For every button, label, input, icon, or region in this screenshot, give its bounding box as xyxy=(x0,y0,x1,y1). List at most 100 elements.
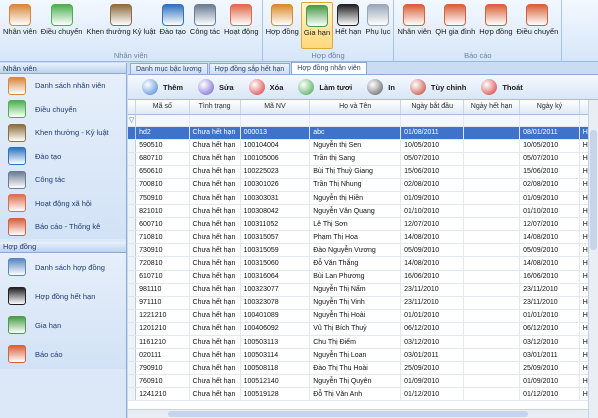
sidebar-panel-header-hop-dong[interactable]: Hợp đồng xyxy=(0,241,126,253)
exit-button[interactable]: Thoát xyxy=(481,79,523,95)
filter-cell[interactable] xyxy=(189,114,241,127)
table-row[interactable]: 981110 Chưa hết hạn 100323077 Nguyễn Thị Nấ… xyxy=(128,283,598,297)
sidebar-item[interactable]: Gia hạn xyxy=(0,311,126,340)
customize-button[interactable]: Tùy chỉnh xyxy=(409,79,466,95)
row-indicator[interactable] xyxy=(128,217,137,232)
sidebar-item[interactable]: Danh sách nhân viên xyxy=(0,74,126,98)
table-cell: Chưa hết hạn xyxy=(189,204,241,219)
sidebar-item[interactable]: Đào tạo xyxy=(0,145,126,169)
ribbon-button[interactable]: Đào tạo xyxy=(158,2,188,49)
table-row[interactable]: 020111 Chưa hết hạn 100503114 Nguyễn Thị Lo… xyxy=(128,348,598,363)
delete-button[interactable]: Xóa xyxy=(248,79,283,95)
column-header[interactable]: Mã số xyxy=(135,100,190,115)
row-indicator[interactable] xyxy=(128,256,137,271)
table-row[interactable]: 600710 Chưa hết hạn 100311052 Lê Thị Sơn 12/… xyxy=(128,217,598,232)
ribbon-button[interactable]: Khen thưởng Kỷ luật xyxy=(84,2,157,49)
vertical-scrollbar[interactable] xyxy=(588,100,598,418)
scroll-thumb[interactable] xyxy=(168,411,528,417)
ribbon-button[interactable]: Hoạt động xyxy=(222,2,261,49)
table-row[interactable]: 650610 Chưa hết hạn 100225023 Bùi Thị Thuỳ … xyxy=(128,165,598,179)
filter-cell[interactable] xyxy=(400,114,465,127)
row-indicator[interactable] xyxy=(128,283,137,297)
table-row[interactable]: 610710 Chưa hết hạn 100316064 Bùi Lan Phươn… xyxy=(128,270,598,284)
row-indicator[interactable] xyxy=(128,165,137,179)
table-row[interactable]: 1161210 Chưa hết hạn 100503113 Chu Thị Điểm… xyxy=(128,335,598,350)
row-indicator[interactable] xyxy=(128,387,137,402)
row-indicator[interactable] xyxy=(128,374,137,389)
table-row[interactable]: 760910 Chưa hết hạn 100512140 Nguyễn Thị Qu… xyxy=(128,374,598,389)
sidebar-item[interactable]: Danh sách hợp đồng xyxy=(0,253,126,282)
sidebar-item[interactable]: Điều chuyển xyxy=(0,98,126,122)
sidebar-item[interactable]: Công tác xyxy=(0,168,126,192)
row-indicator[interactable] xyxy=(128,152,137,166)
table-row[interactable]: 971110 Chưa hết hạn 100323078 Nguyễn Thị Vi… xyxy=(128,296,598,310)
row-indicator[interactable] xyxy=(128,139,137,153)
filter-cell[interactable] xyxy=(309,114,402,127)
tab[interactable]: Hợp đồng sắp hết hạn xyxy=(208,63,291,74)
sidebar-item[interactable]: Báo cáo - Thống kê xyxy=(0,215,126,239)
ribbon-button[interactable]: Hợp đồng xyxy=(264,2,301,49)
row-indicator[interactable] xyxy=(128,178,137,192)
table-row[interactable]: hd2 Chưa hết hạn 000013 abc 01/08/2011 08/01/… xyxy=(128,126,598,140)
table-row[interactable]: 700810 Chưa hết hạn 100301026 Trần Thị Nhun… xyxy=(128,178,598,192)
filter-cell[interactable] xyxy=(135,114,190,127)
column-header[interactable]: Tình trạng xyxy=(189,100,241,115)
ribbon-button[interactable]: Nhân viên xyxy=(395,2,433,49)
column-header[interactable]: Ngày bắt đầu xyxy=(400,100,465,115)
ribbon-button[interactable]: Phụ lục xyxy=(363,2,392,49)
edit-button[interactable]: Sửa xyxy=(198,79,234,95)
table-row[interactable]: 750910 Chưa hết hạn 100303031 Nguyễn thị Hi… xyxy=(128,191,598,206)
ribbon-button[interactable]: QH gia đình xyxy=(433,2,477,49)
ribbon-button[interactable]: Hợp đồng xyxy=(477,2,514,49)
ribbon-button[interactable]: Công tác xyxy=(188,2,222,49)
sidebar-item[interactable]: Khen thưởng - Kỷ luật xyxy=(0,121,126,145)
table-row[interactable]: 1221210 Chưa hết hạn 100401089 Nguyễn Thị H… xyxy=(128,309,598,323)
filter-cell[interactable] xyxy=(240,114,311,127)
row-indicator[interactable] xyxy=(128,270,137,284)
row-indicator[interactable] xyxy=(128,126,137,140)
row-indicator[interactable] xyxy=(128,361,137,376)
row-indicator[interactable] xyxy=(128,309,137,323)
row-indicator[interactable] xyxy=(128,335,137,350)
sidebar-panel-header-nhan-vien[interactable]: Nhân viên xyxy=(0,63,126,74)
horizontal-scrollbar[interactable] xyxy=(128,409,588,418)
filter-row[interactable]: ▽ xyxy=(128,114,598,127)
ribbon-button[interactable]: Hết hạn xyxy=(333,2,363,49)
ribbon-button[interactable]: Điều chuyển xyxy=(39,2,85,49)
table-row[interactable]: 590510 Chưa hết hạn 100104004 Nguyễn thị Se… xyxy=(128,139,598,153)
table-row[interactable]: 720810 Chưa hết hạn 100315060 Đỗ Văn Thắng 1… xyxy=(128,256,598,271)
column-header[interactable]: Ngày ký xyxy=(519,100,580,115)
table-row[interactable]: 710810 Chưa hết hạn 100315057 Phạm Thị Hoa 1… xyxy=(128,230,598,245)
column-header[interactable]: Họ và Tên xyxy=(309,100,402,115)
column-header[interactable]: Ngày hết hạn xyxy=(463,100,521,115)
ribbon-button[interactable]: Gia hạn xyxy=(300,2,334,49)
table-row[interactable]: 821010 Chưa hết hạn 100308042 Nguyễn Văn Qu… xyxy=(128,204,598,219)
table-row[interactable]: 680710 Chưa hết hạn 100105006 Trần thị Sang… xyxy=(128,152,598,166)
row-indicator[interactable] xyxy=(128,348,137,363)
row-indicator[interactable] xyxy=(128,204,137,219)
sidebar-item[interactable]: Hợp đồng hết hạn xyxy=(0,282,126,311)
ribbon-button[interactable]: Nhân viên xyxy=(1,2,39,49)
row-indicator[interactable] xyxy=(128,243,137,258)
refresh-button[interactable]: Làm tươi xyxy=(298,79,352,95)
table-row[interactable]: 1241210 Chưa hết hạn 100519128 Đỗ Thị Văn A… xyxy=(128,387,598,402)
table-row[interactable]: 1201210 Chưa hết hạn 100406092 Vũ Thị Bích … xyxy=(128,322,598,337)
table-row[interactable]: 790910 Chưa hết hạn 100508118 Đào Thị Thu H… xyxy=(128,361,598,376)
filter-cell[interactable] xyxy=(463,114,521,127)
tab[interactable]: Danh mục bậc lương xyxy=(130,63,208,74)
row-indicator[interactable] xyxy=(128,191,137,206)
table-row[interactable]: 730910 Chưa hết hạn 100315059 Đào Nguyễn Vư… xyxy=(128,243,598,258)
filter-icon[interactable]: ▽ xyxy=(128,114,137,127)
row-indicator[interactable] xyxy=(128,230,137,245)
sidebar-item[interactable]: Báo cáo xyxy=(0,340,126,369)
sidebar-item[interactable]: Hoạt động xã hội xyxy=(0,192,126,216)
print-button[interactable]: In xyxy=(367,79,395,95)
row-indicator[interactable] xyxy=(128,296,137,310)
scroll-thumb[interactable] xyxy=(590,130,597,250)
row-indicator[interactable] xyxy=(128,322,137,337)
ribbon-button[interactable]: Điều chuyển xyxy=(515,2,561,49)
filter-cell[interactable] xyxy=(519,114,580,127)
tab[interactable]: Hợp đồng nhân viên xyxy=(291,62,367,74)
add-button[interactable]: Thêm xyxy=(142,79,183,95)
column-header[interactable]: Mã NV xyxy=(240,100,311,115)
